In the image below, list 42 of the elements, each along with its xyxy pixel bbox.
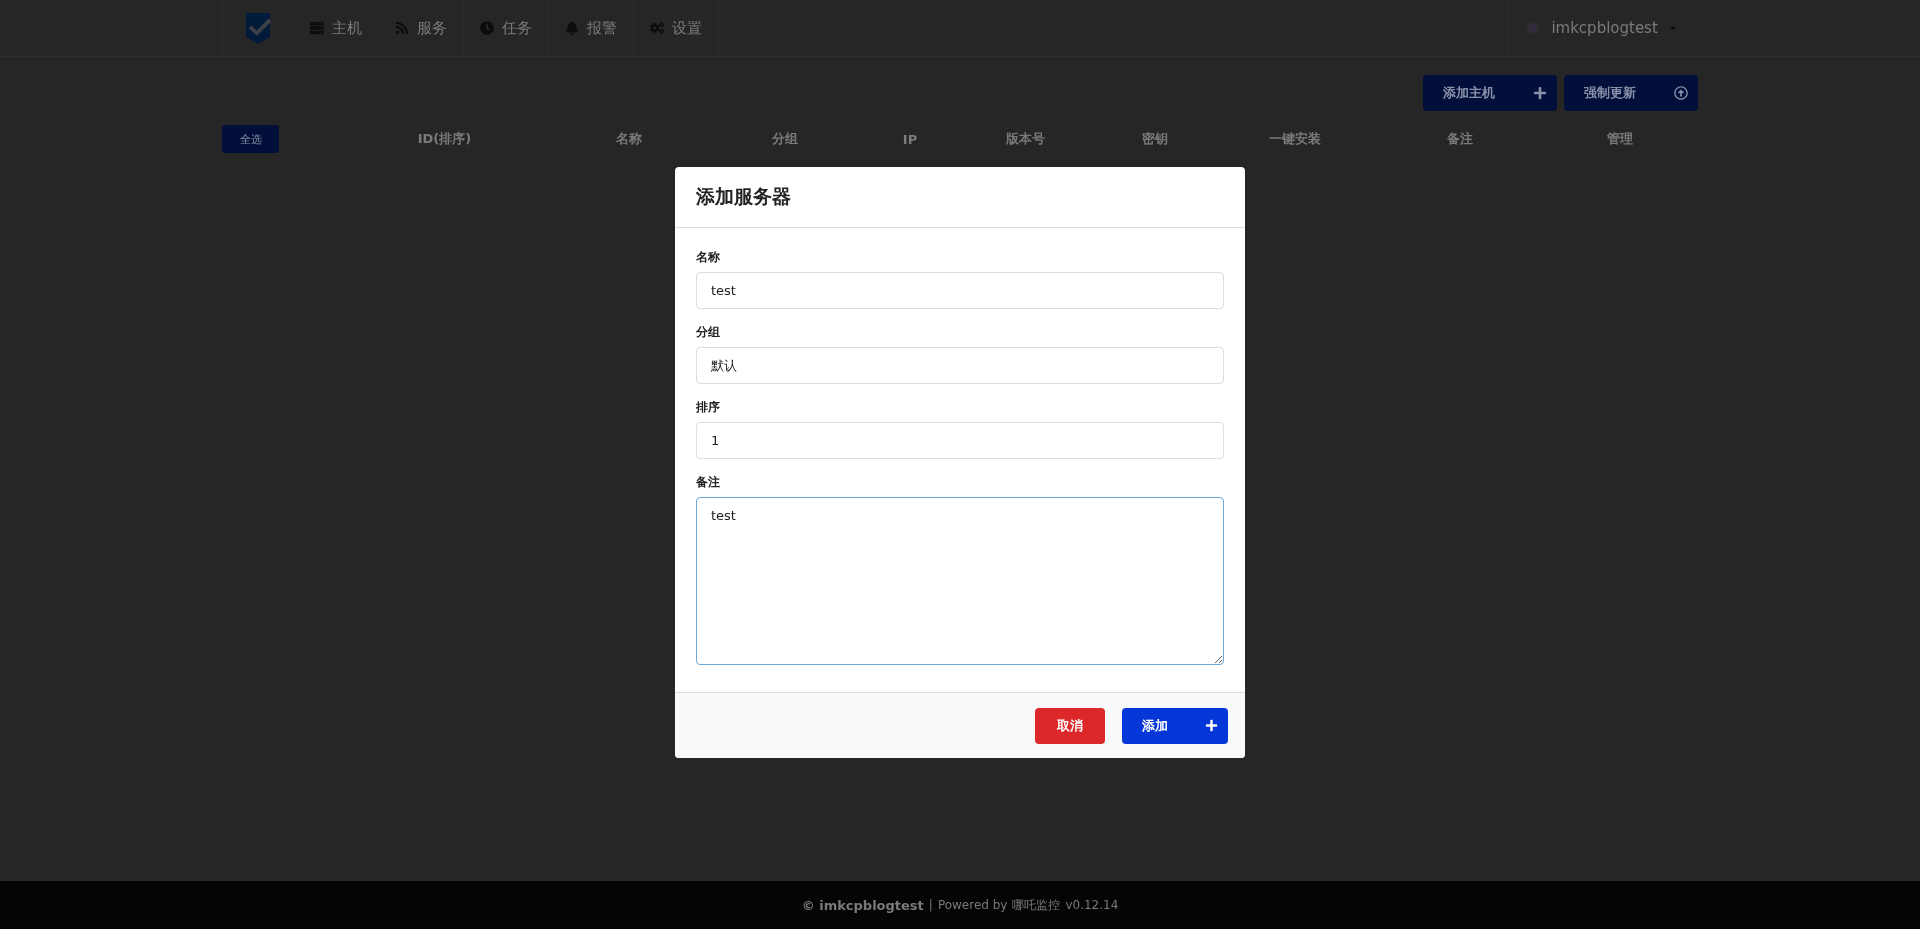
column-header: 密钥 <box>1141 130 1169 148</box>
field-label: 名称 <box>696 249 721 266</box>
nav-item[interactable]: 服务 <box>379 0 464 56</box>
column-header: ID(排序) <box>416 130 473 148</box>
shield-check-logo <box>244 11 272 45</box>
toolbar-button[interactable]: 强制更新 <box>1564 75 1698 111</box>
bell-icon <box>565 21 579 35</box>
column-header: IP <box>901 131 919 147</box>
input-field[interactable]: test <box>696 497 1224 665</box>
column-header: 分组 <box>771 130 799 148</box>
footer-link[interactable]: 哪吒监控 <box>1012 896 1061 914</box>
input-field[interactable]: 1 <box>696 422 1224 459</box>
nav-item[interactable]: 主机 <box>294 0 379 56</box>
toolbar-button[interactable]: 添加主机 <box>1423 75 1557 111</box>
column-header: 管理 <box>1606 130 1634 148</box>
field-label: 分组 <box>696 324 721 341</box>
clock-icon <box>480 21 494 35</box>
plus-icon <box>1533 86 1547 100</box>
dialog-title: 添加服务器 <box>696 184 791 209</box>
field-label: 备注 <box>696 474 721 491</box>
nav-item[interactable]: 任务 <box>464 0 549 56</box>
cancel-button[interactable]: 取消 <box>1035 707 1105 744</box>
input-field[interactable]: test <box>696 272 1224 309</box>
field-label: 排序 <box>696 399 721 416</box>
gears-icon <box>650 21 664 35</box>
rss-icon <box>395 21 409 35</box>
footer-version: v0.12.14 <box>1065 898 1119 912</box>
plus-icon <box>1205 719 1218 732</box>
input-field[interactable]: 默认 <box>696 347 1224 384</box>
column-header: 一键安装 <box>1268 130 1322 148</box>
add-button[interactable]: 添加 <box>1122 707 1228 744</box>
server-icon <box>310 21 324 35</box>
column-header: 名称 <box>614 130 643 148</box>
column-header: 版本号 <box>1004 130 1046 148</box>
footer-owner: © imkcpblogtest <box>801 897 924 913</box>
nav-item[interactable]: 设置 <box>634 0 719 56</box>
column-header: 备注 <box>1446 130 1474 148</box>
nav-item[interactable]: 报警 <box>549 0 634 56</box>
username[interactable]: imkcpblogtest <box>1551 19 1658 37</box>
footer-separator: | <box>928 898 933 912</box>
select-all-button[interactable]: 全选 <box>222 125 279 153</box>
footer-powered: Powered by <box>937 898 1008 912</box>
